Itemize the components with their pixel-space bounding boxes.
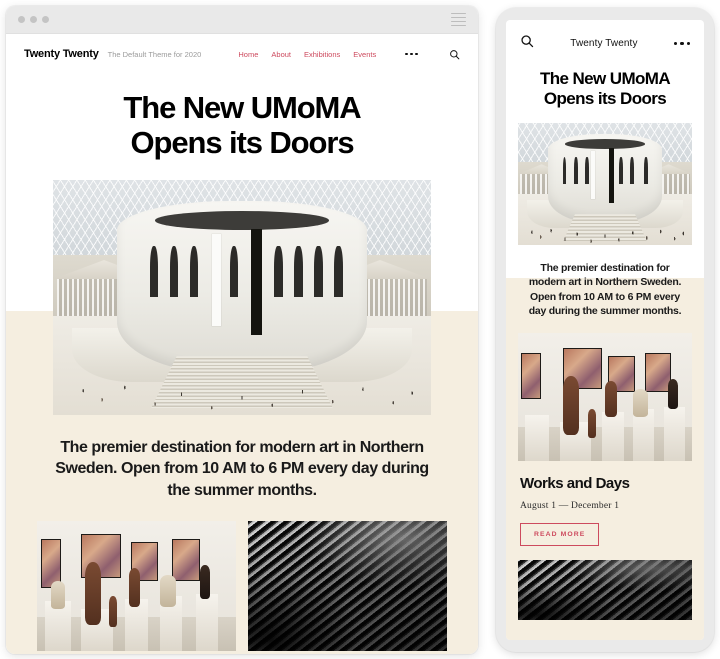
mobile-post-block: Works and Days August 1 — December 1 REA… [506,461,704,546]
page-title-line-1: The New UMoMA [123,90,361,125]
gallery-image-abstract [248,520,447,651]
mobile-site-title[interactable]: Twenty Twenty [570,38,637,49]
mobile-page-title: The New UMoMA Opens its Doors [506,59,704,123]
site-branding[interactable]: Twenty Twenty The Default Theme for 2020 [24,48,201,60]
mobile-site-viewport: Twenty Twenty The New UMoMA Opens its Do… [506,20,704,640]
post-dates: August 1 — December 1 [520,500,620,511]
primary-navigation: Home About Exhibitions Events [238,49,460,60]
page-title: The New UMoMA Opens its Doors [6,72,478,180]
hero-image-museum [53,180,431,416]
window-minimize-dot[interactable] [30,16,37,23]
mobile-page-title-line-2: Opens its Doors [543,88,667,108]
browser-chrome-bar [6,6,478,34]
mobile-phone-mockup: Twenty Twenty The New UMoMA Opens its Do… [496,8,714,652]
site-tagline: The Default Theme for 2020 [107,50,202,59]
site-title[interactable]: Twenty Twenty [24,48,99,60]
desktop-site-viewport: Twenty Twenty The Default Theme for 2020… [6,34,478,654]
nav-item-about[interactable]: About [271,50,291,59]
desktop-browser-window: Twenty Twenty The Default Theme for 2020… [6,6,478,654]
post-title[interactable]: Works and Days [520,475,690,492]
gallery-image-sculptures [37,520,236,651]
page-title-line-2: Opens its Doors [130,125,355,161]
window-controls[interactable] [18,16,49,23]
mobile-page-title-line-1: The New UMoMA [539,69,671,88]
mobile-hero-image-museum [518,122,692,245]
mobile-gallery-image-abstract [518,559,692,620]
ellipsis-icon[interactable] [673,41,690,46]
intro-paragraph: The premier destination for modern art i… [55,439,429,499]
window-maximize-dot[interactable] [42,16,49,23]
site-header: Twenty Twenty The Default Theme for 2020… [6,34,478,72]
search-icon[interactable] [449,49,460,60]
ellipsis-icon[interactable] [405,52,418,56]
hamburger-icon[interactable] [451,12,466,27]
nav-item-home[interactable]: Home [238,50,258,59]
mobile-intro-paragraph: The premier destination for modern art i… [528,261,682,318]
gallery-grid [6,520,478,651]
read-more-button[interactable]: READ MORE [520,522,600,546]
nav-item-exhibitions[interactable]: Exhibitions [304,50,340,59]
screenshot-root: Twenty Twenty The Default Theme for 2020… [0,0,720,659]
mobile-site-header: Twenty Twenty [506,20,704,59]
window-close-dot[interactable] [18,16,25,23]
mobile-gallery-image-sculptures [518,332,692,461]
search-icon[interactable] [520,34,534,53]
nav-item-events[interactable]: Events [353,50,376,59]
